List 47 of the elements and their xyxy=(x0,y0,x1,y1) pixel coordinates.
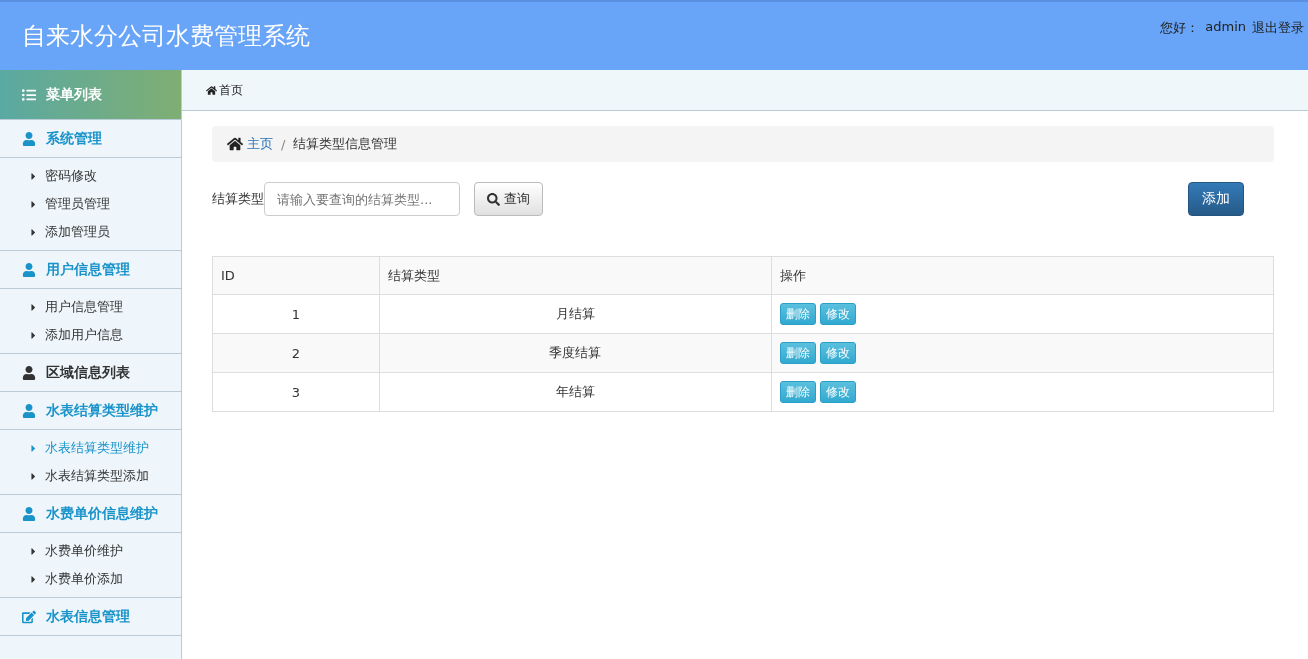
table-cell: 2 xyxy=(212,333,380,373)
logout-link[interactable]: 退出登录 xyxy=(1252,19,1304,37)
menu-item[interactable]: 水费单价添加 xyxy=(0,565,181,593)
menu-group-header[interactable]: 系统管理 xyxy=(0,120,181,158)
column-header: 操作 xyxy=(771,256,1274,295)
breadcrumb-home-link[interactable]: 主页 xyxy=(227,135,273,153)
table-cell: 1 xyxy=(212,294,380,334)
home-tab[interactable]: 首页 xyxy=(206,81,243,99)
user-icon xyxy=(22,131,36,146)
edit-icon xyxy=(22,609,36,624)
menu-item[interactable]: 水费单价维护 xyxy=(0,537,181,565)
table-cell: 月结算 xyxy=(379,294,772,334)
column-header: ID xyxy=(212,256,380,295)
greeting-text: 您好： xyxy=(1160,19,1200,37)
menu-group-header[interactable]: 水费单价信息维护 xyxy=(0,495,181,533)
search-label: 结算类型 xyxy=(212,190,264,208)
menu-group-header[interactable]: 水表结算类型维护 xyxy=(0,392,181,430)
user-icon xyxy=(22,365,36,380)
menu-item[interactable]: 水表结算类型维护 xyxy=(0,434,181,462)
menu-group-header[interactable]: 用户信息管理 xyxy=(0,251,181,289)
add-button[interactable]: 添加 xyxy=(1188,182,1244,216)
table-cell: 年结算 xyxy=(379,372,772,412)
menu-item[interactable]: 管理员管理 xyxy=(0,190,181,218)
user-icon xyxy=(22,262,36,277)
user-icon xyxy=(22,403,36,418)
user-icon xyxy=(22,506,36,521)
search-button[interactable]: 查询 xyxy=(474,182,543,216)
breadcrumb-separator: / xyxy=(281,136,286,152)
breadcrumb-current: 结算类型信息管理 xyxy=(293,135,398,153)
menu-item[interactable]: 用户信息管理 xyxy=(0,293,181,321)
sidebar-title-text: 菜单列表 xyxy=(46,85,102,104)
menu-item[interactable]: 添加用户信息 xyxy=(0,321,181,349)
search-icon xyxy=(487,192,500,206)
menu-group-header[interactable]: 水表信息管理 xyxy=(0,598,181,636)
search-field[interactable]: 请输入要查询的结算类型... xyxy=(264,182,460,216)
home-icon xyxy=(227,136,243,152)
column-header: 结算类型 xyxy=(379,256,772,295)
menu-item[interactable]: 密码修改 xyxy=(0,162,181,190)
app-title: 自来水分公司水费管理系统 xyxy=(22,21,310,52)
menu-group-header[interactable]: 区域信息列表 xyxy=(0,354,181,392)
username-text: admin xyxy=(1205,19,1246,36)
home-icon xyxy=(206,84,217,96)
list-icon xyxy=(22,87,36,102)
table-cell: 季度结算 xyxy=(379,333,772,373)
menu-item[interactable]: 添加管理员 xyxy=(0,218,181,246)
table-cell: 3 xyxy=(212,372,380,412)
menu-item[interactable]: 水表结算类型添加 xyxy=(0,462,181,490)
